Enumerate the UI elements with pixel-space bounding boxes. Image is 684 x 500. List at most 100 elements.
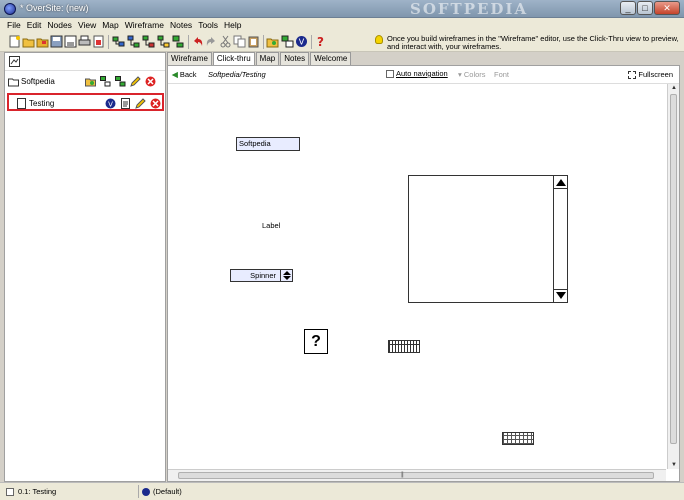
scroll-up-arrow-icon[interactable]: [556, 179, 566, 186]
menu-notes[interactable]: Notes: [167, 18, 195, 32]
menu-bar: File Edit Nodes View Map Wireframe Notes…: [0, 18, 684, 32]
copy-icon[interactable]: [233, 35, 246, 48]
lightbulb-icon: [375, 35, 383, 44]
tab-notes[interactable]: Notes: [280, 52, 310, 65]
menu-nodes[interactable]: Nodes: [44, 18, 75, 32]
svg-text:V: V: [299, 38, 305, 47]
colors-button[interactable]: ▾ Colors: [458, 70, 486, 79]
edit-pencil-icon[interactable]: [130, 76, 141, 87]
close-button[interactable]: ✕: [654, 1, 680, 15]
view-tabs: Wireframe Click-thru Map Notes Welcome: [167, 52, 352, 66]
menu-tools[interactable]: Tools: [195, 18, 221, 32]
edit-pencil-icon[interactable]: [135, 98, 146, 109]
back-button[interactable]: ◀ Back: [172, 70, 197, 79]
save-icon[interactable]: [50, 35, 63, 48]
node-properties-icon[interactable]: [281, 35, 294, 48]
toolbar-separator: [188, 35, 189, 49]
wireframe-spinner[interactable]: Spinner: [230, 269, 293, 282]
add-node-icon[interactable]: [112, 35, 125, 48]
paste-icon[interactable]: [247, 35, 260, 48]
status-style[interactable]: (Default): [142, 487, 182, 497]
toolbar-separator: [311, 35, 312, 49]
fullscreen-label: Fullscreen: [638, 70, 673, 79]
add-child-node-icon[interactable]: [100, 76, 111, 87]
status-style-label: (Default): [153, 487, 182, 496]
horizontal-scrollbar[interactable]: |||: [168, 469, 666, 481]
site-map-icon[interactable]: [9, 56, 20, 67]
menu-wireframe[interactable]: Wireframe: [122, 18, 167, 32]
svg-text:?: ?: [317, 35, 324, 48]
scroll-down-arrow-icon[interactable]: [556, 292, 566, 299]
export-icon[interactable]: [92, 35, 105, 48]
wireframe-listbox[interactable]: [408, 175, 568, 303]
font-button[interactable]: Font: [494, 70, 509, 79]
scroll-up-icon[interactable]: ▲: [670, 84, 678, 92]
app-icon: [4, 3, 16, 15]
scroll-down-icon[interactable]: ▼: [670, 461, 678, 469]
status-checkbox[interactable]: [6, 488, 14, 497]
move-node-icon[interactable]: [157, 35, 170, 48]
maximize-button[interactable]: □: [637, 1, 653, 15]
fullscreen-button[interactable]: Fullscreen: [628, 70, 673, 80]
wireframe-image-placeholder[interactable]: ?: [304, 329, 328, 354]
back-label: Back: [179, 70, 197, 79]
wireframe-table-icon[interactable]: [388, 340, 420, 353]
style-icon: [142, 488, 150, 497]
listbox-scrollbar[interactable]: [553, 176, 567, 302]
auto-navigation-toggle[interactable]: Auto navigation: [386, 69, 448, 79]
tab-click-thru[interactable]: Click-thru: [212, 52, 255, 66]
watermark: SOFTPEDIA: [410, 0, 529, 18]
delete-icon[interactable]: [150, 98, 161, 109]
new-file-icon[interactable]: [8, 35, 21, 48]
colors-label: Colors: [463, 70, 486, 79]
save-as-icon[interactable]: [64, 35, 77, 48]
tab-welcome[interactable]: Welcome: [310, 52, 352, 65]
delete-icon[interactable]: [145, 76, 156, 87]
wireframe-canvas: Softpedia Label Spinner ?: [168, 84, 666, 469]
print-icon[interactable]: [78, 35, 91, 48]
auto-navigation-checkbox[interactable]: [386, 70, 394, 79]
minimize-button[interactable]: _: [620, 1, 636, 15]
page-properties-icon[interactable]: [120, 98, 131, 109]
redo-icon[interactable]: [205, 35, 218, 48]
menu-view[interactable]: View: [75, 18, 99, 32]
wireframe-grid-icon[interactable]: [502, 432, 534, 445]
add-sibling-node-icon[interactable]: [115, 76, 126, 87]
add-sibling-node-icon[interactable]: [142, 35, 155, 48]
style-icon[interactable]: V: [105, 98, 116, 109]
status-bar: 0.1: Testing (Default): [0, 482, 684, 500]
help-icon[interactable]: ?: [314, 35, 327, 48]
page-icon: [17, 98, 26, 109]
tab-map[interactable]: Map: [255, 52, 280, 65]
node-link-icon[interactable]: [172, 35, 185, 48]
status-divider: [138, 485, 139, 498]
open-map-icon[interactable]: [266, 35, 279, 48]
open-recent-icon[interactable]: [36, 35, 49, 48]
click-thru-panel: ◀ Back Softpedia/Testing Auto navigation…: [167, 65, 680, 482]
tab-wireframe[interactable]: Wireframe: [167, 52, 212, 65]
site-tree-panel: Softpedia Testing V: [4, 52, 166, 482]
add-child-node-icon[interactable]: [127, 35, 140, 48]
status-node-label: 0.1: Testing: [18, 487, 57, 496]
menu-help[interactable]: Help: [221, 18, 244, 32]
folder-icon: [8, 78, 19, 87]
open-folder-icon[interactable]: [22, 35, 35, 48]
tree-node-testing[interactable]: Testing V: [7, 93, 164, 111]
wireframe-textfield[interactable]: Softpedia: [236, 137, 300, 151]
wireframe-label: Label: [262, 221, 281, 230]
menu-edit[interactable]: Edit: [24, 18, 45, 32]
open-folder-icon[interactable]: [85, 76, 96, 87]
spinner-value: Spinner: [250, 271, 276, 280]
menu-map[interactable]: Map: [99, 18, 122, 32]
scroll-thumb[interactable]: [670, 94, 677, 444]
undo-icon[interactable]: [191, 35, 204, 48]
scroll-thumb[interactable]: [178, 472, 654, 479]
back-arrow-icon: ◀: [172, 70, 178, 79]
menu-file[interactable]: File: [4, 18, 24, 32]
vertical-scrollbar[interactable]: ▲ ▼: [667, 84, 679, 469]
window-title: * OverSite: (new): [20, 3, 89, 13]
cut-icon[interactable]: [219, 35, 232, 48]
spinner-arrows-icon[interactable]: [280, 270, 292, 281]
style-icon[interactable]: V: [295, 35, 308, 48]
tree-node-softpedia[interactable]: Softpedia: [5, 73, 165, 91]
